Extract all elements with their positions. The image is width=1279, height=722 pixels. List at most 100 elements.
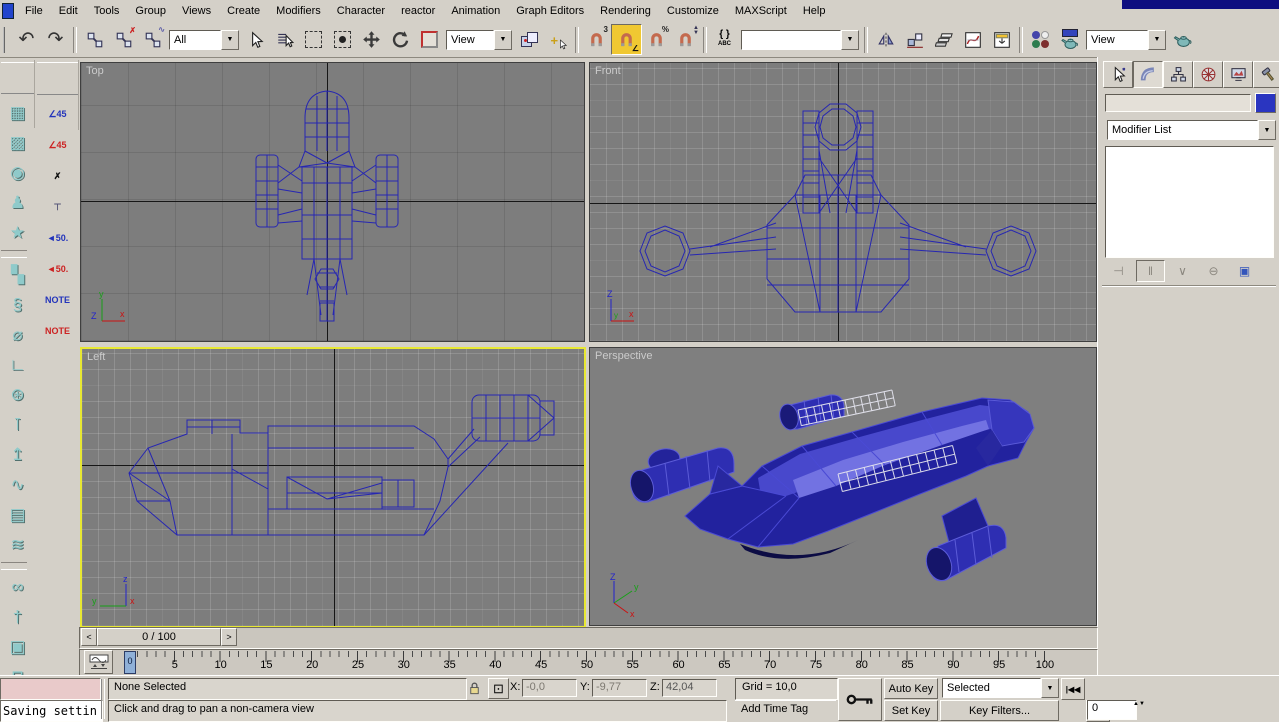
percent-snap-toggle-icon[interactable]: %	[642, 25, 671, 54]
select-object-icon[interactable]	[241, 25, 270, 54]
tab-create[interactable]	[1103, 61, 1133, 88]
track-bar[interactable]: 0510152025303540455055606570758085909510…	[79, 649, 1098, 676]
select-and-rotate-icon[interactable]	[386, 25, 415, 54]
maxscript-listener-line[interactable]: Saving settin	[0, 700, 103, 722]
viewport-top[interactable]: Top y Z x	[80, 62, 585, 342]
reactor-motor-icon[interactable]: ⊛	[1, 380, 34, 410]
object-color-swatch[interactable]	[1255, 93, 1276, 113]
reactor-fracture-icon[interactable]: ▤	[1, 500, 34, 530]
modifier-list-dropdown[interactable]: Modifier List ▼	[1107, 120, 1276, 140]
schematic-view-icon[interactable]	[987, 25, 1016, 54]
toolbar-grip[interactable]	[37, 62, 78, 95]
redo-icon[interactable]: ↷	[41, 25, 70, 54]
menu-reactor[interactable]: reactor	[393, 1, 443, 22]
select-by-name-icon[interactable]	[270, 25, 299, 54]
reactor-plane-icon[interactable]: ▚	[1, 260, 34, 290]
named-selection-dropdown[interactable]: ▼	[741, 30, 859, 50]
reactor-constraint-icon[interactable]: ▣	[1, 632, 34, 662]
toolbar-grip[interactable]	[1, 62, 34, 94]
reactor-linear-dashpot-icon[interactable]: ⌀	[1, 320, 34, 350]
menu-character[interactable]: Character	[329, 1, 393, 22]
reactor-wind-icon[interactable]: ⊺	[1, 410, 34, 440]
menu-views[interactable]: Views	[174, 1, 219, 22]
selection-lock-icon[interactable]	[464, 678, 484, 698]
align-icon[interactable]	[900, 25, 929, 54]
absolute-mode-icon[interactable]: ⊡	[488, 678, 509, 699]
set-key-button[interactable]: Set Key	[884, 700, 938, 721]
reactor-weathervane-icon[interactable]: ↥	[1, 440, 34, 470]
dropdown-arrow-icon[interactable]: ▼	[221, 30, 239, 50]
menu-help[interactable]: Help	[795, 1, 834, 22]
app-icon[interactable]	[2, 3, 14, 19]
reactor-deforming-mesh-icon[interactable]: ★	[1, 218, 34, 248]
time-slider[interactable]: < 0 / 100 >	[79, 627, 1098, 649]
reactor-soft-body-collection-icon[interactable]: ◉	[1, 158, 34, 188]
unlink-selection-icon[interactable]: ✗	[109, 25, 138, 54]
reactor-toy-car-icon[interactable]: ∿	[1, 470, 34, 500]
key-filter-dropdown[interactable]: Selected ▼	[942, 678, 1059, 698]
dropdown-arrow-icon[interactable]: ▼	[841, 30, 859, 50]
set-keys-button[interactable]	[838, 678, 882, 721]
viewport-front[interactable]: Front Z x	[589, 62, 1097, 342]
rectangular-selection-region-icon[interactable]	[299, 25, 328, 54]
reactor-cloth-collection-icon[interactable]: ▩	[1, 128, 34, 158]
reactor-rope-icon[interactable]: ∞	[1, 572, 34, 602]
tab-motion[interactable]	[1193, 61, 1223, 88]
undo-icon[interactable]: ↶	[12, 25, 41, 54]
dropdown-arrow-icon[interactable]: ▼	[494, 30, 512, 50]
reactor-ragdoll-icon[interactable]: †	[1, 602, 34, 632]
render-scene-dialog-icon[interactable]	[1055, 25, 1084, 54]
menu-tools[interactable]: Tools	[86, 1, 128, 22]
z-coord-field[interactable]: 42,04	[662, 679, 717, 697]
hammer-note-icon[interactable]: ⊤	[37, 192, 78, 223]
tab-utilities[interactable]	[1253, 61, 1279, 88]
modifier-stack-list[interactable]	[1105, 146, 1274, 258]
menu-group[interactable]: Group	[127, 1, 174, 22]
pin-stack-icon[interactable]: ⊣	[1105, 261, 1132, 281]
select-and-scale-icon[interactable]	[415, 25, 444, 54]
current-frame-marker[interactable]: 0	[124, 651, 136, 674]
frame-spinner[interactable]: ▲▼	[1133, 700, 1143, 719]
time-slider-next-button[interactable]: >	[221, 628, 237, 646]
tab-modify[interactable]	[1133, 61, 1163, 88]
named-selection-sets-icon[interactable]: { }ABC	[710, 25, 739, 54]
menu-create[interactable]: Create	[219, 1, 268, 22]
angle-45-red-icon[interactable]: ∠45	[37, 130, 78, 161]
mirror-icon[interactable]	[871, 25, 900, 54]
spinner-snap-toggle-icon[interactable]: ▲▼	[671, 25, 700, 54]
tab-display[interactable]	[1223, 61, 1253, 88]
make-unique-icon[interactable]: ∨	[1169, 261, 1196, 281]
add-time-tag[interactable]: Add Time Tag	[735, 700, 836, 721]
key-filters-button[interactable]: Key Filters...	[940, 700, 1059, 721]
arrow-50-red-icon[interactable]: ◄50.	[37, 254, 78, 285]
menu-modifiers[interactable]: Modifiers	[268, 1, 329, 22]
configure-modifier-sets-icon[interactable]: ▣	[1231, 261, 1258, 281]
go-to-start-icon[interactable]: |◀◀	[1061, 678, 1085, 700]
arrow-50-blue-icon[interactable]: ◄50.	[37, 223, 78, 254]
y-coord-field[interactable]: -9,77	[592, 679, 647, 697]
snaps-toggle-3d-icon[interactable]: 3	[582, 25, 611, 54]
select-and-move-icon[interactable]	[357, 25, 386, 54]
menu-graph-editors[interactable]: Graph Editors	[508, 1, 592, 22]
curve-editor-icon[interactable]	[958, 25, 987, 54]
show-end-result-icon[interactable]: ‖	[1136, 260, 1165, 282]
use-pivot-point-center-icon[interactable]	[514, 25, 543, 54]
reactor-rope-collection-icon[interactable]: ♟	[1, 188, 34, 218]
reactor-water-icon[interactable]: ≋	[1, 530, 34, 560]
cross-out-icon[interactable]: ✗	[37, 161, 78, 192]
x-coord-field[interactable]: -0,0	[522, 679, 577, 697]
reactor-spring-icon[interactable]: §	[1, 290, 34, 320]
viewport-perspective[interactable]: Perspective	[589, 347, 1097, 626]
layer-manager-icon[interactable]	[929, 25, 958, 54]
select-and-manipulate-icon[interactable]: +	[543, 25, 572, 54]
toolbar-grip[interactable]	[3, 27, 9, 53]
maxscript-listener-pink[interactable]	[0, 678, 101, 700]
menu-rendering[interactable]: Rendering	[592, 1, 659, 22]
menu-maxscript[interactable]: MAXScript	[727, 1, 795, 22]
viewport-left-active[interactable]: Left z y x	[80, 347, 586, 628]
current-frame-field[interactable]: 0	[1087, 700, 1137, 720]
dropdown-arrow-icon[interactable]: ▼	[1148, 30, 1166, 50]
reactor-rb-collection-icon[interactable]: ▦	[1, 98, 34, 128]
angle-snap-toggle-icon[interactable]: ∠	[611, 24, 642, 55]
angle-45-blue-icon[interactable]: ∠45	[37, 99, 78, 130]
